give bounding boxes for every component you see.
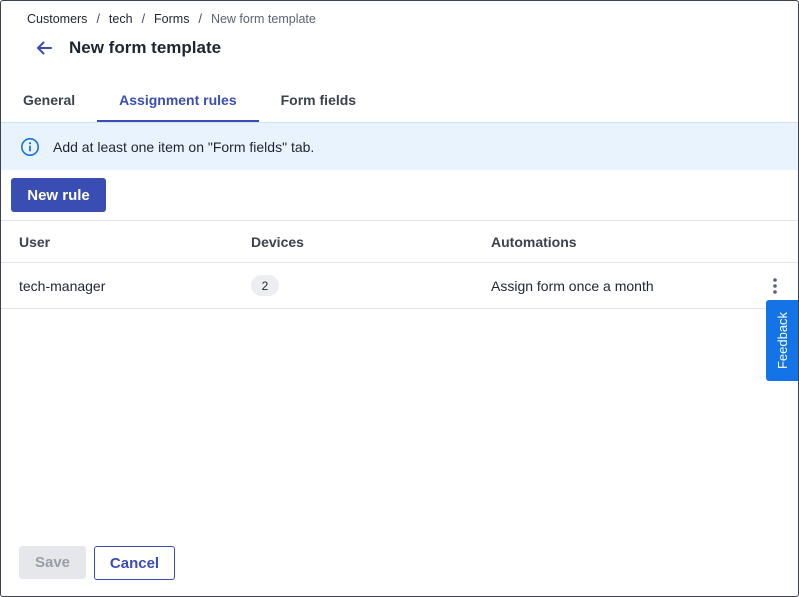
back-button[interactable]	[31, 35, 57, 61]
tab-assignment-rules[interactable]: Assignment rules	[97, 77, 260, 122]
banner-message: Add at least one item on "Form fields" t…	[53, 138, 315, 155]
table-header: User Devices Automations	[1, 220, 798, 262]
table-row[interactable]: tech-manager 2 Assign form once a month	[1, 262, 798, 309]
breadcrumb-separator: /	[141, 12, 146, 26]
app-window: Customers / tech / Forms / New form temp…	[0, 0, 799, 597]
breadcrumb-customers[interactable]: Customers	[27, 12, 87, 26]
tab-form-fields[interactable]: Form fields	[259, 77, 378, 122]
breadcrumb-forms[interactable]: Forms	[154, 12, 189, 26]
devices-count-badge: 2	[251, 275, 279, 296]
column-header-devices[interactable]: Devices	[251, 234, 491, 250]
cancel-button[interactable]: Cancel	[94, 546, 175, 580]
column-header-automations[interactable]: Automations	[491, 234, 751, 250]
breadcrumb: Customers / tech / Forms / New form temp…	[27, 12, 316, 26]
column-header-user[interactable]: User	[1, 234, 251, 250]
row-menu-button[interactable]	[765, 274, 785, 298]
feedback-tab[interactable]: Feedback	[766, 300, 798, 381]
breadcrumb-separator: /	[198, 12, 202, 26]
breadcrumb-current: New form template	[210, 12, 316, 26]
new-rule-button[interactable]: New rule	[11, 178, 106, 212]
breadcrumb-tech[interactable]: tech	[109, 12, 133, 26]
row-user: tech-manager	[19, 277, 106, 294]
info-icon	[21, 137, 39, 156]
row-actions-cell	[751, 274, 798, 298]
info-banner: Add at least one item on "Form fields" t…	[1, 122, 798, 170]
more-vertical-icon	[772, 277, 777, 294]
page-title: New form template	[69, 38, 222, 57]
breadcrumb-separator: /	[96, 12, 100, 26]
save-button[interactable]: Save	[19, 546, 86, 579]
feedback-label: Feedback	[775, 311, 791, 370]
tab-bar: General Assignment rules Form fields	[1, 77, 798, 122]
form-footer: Save Cancel	[19, 546, 175, 580]
rules-table: User Devices Automations tech-manager 2 …	[1, 220, 798, 309]
row-devices-cell: 2	[251, 275, 491, 296]
arrow-left-icon	[37, 41, 52, 55]
page-header: New form template	[31, 35, 221, 61]
tab-general[interactable]: General	[1, 77, 97, 122]
row-automations: Assign form once a month	[491, 277, 654, 294]
